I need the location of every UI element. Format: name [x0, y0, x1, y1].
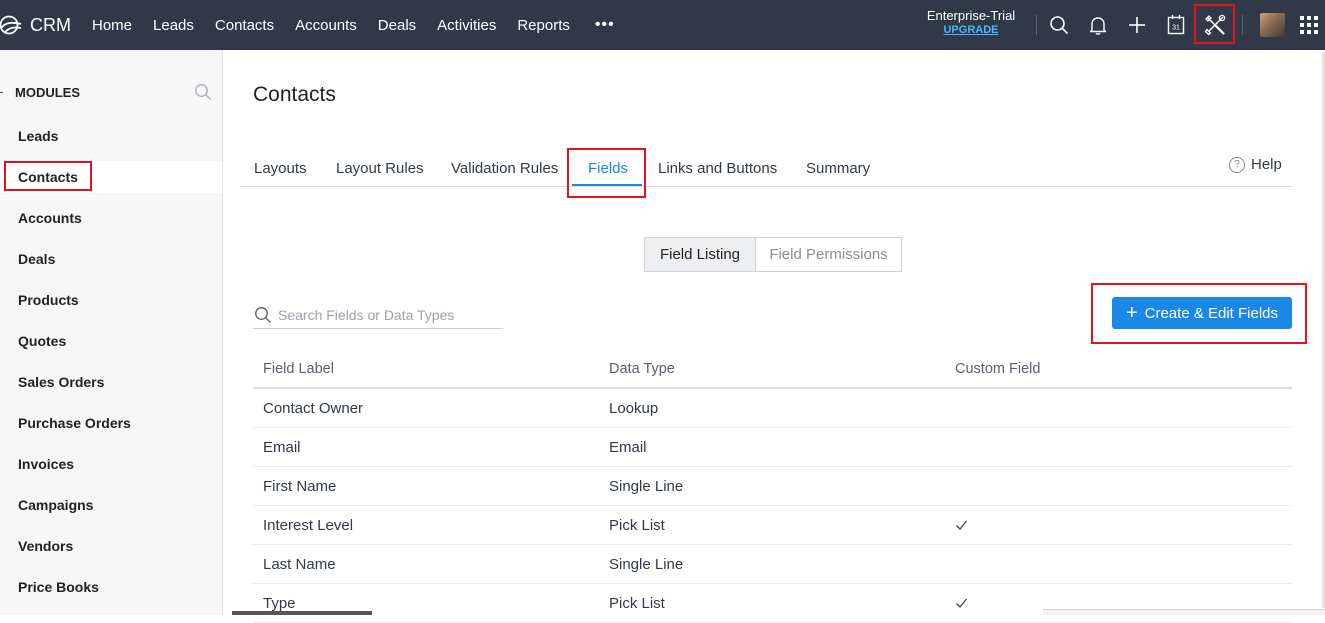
field-search-input[interactable] — [278, 304, 500, 326]
table-body: Contact Owner Lookup Email Email First Name S… — [253, 389, 1292, 623]
fields-table: Field Label Data Type Custom Field Conta… — [253, 352, 1292, 623]
tab-summary[interactable]: Summary — [806, 160, 870, 177]
field-view-toggle: Field Listing Field Permissions — [644, 237, 902, 272]
calendar-icon[interactable]: 31 — [1163, 12, 1189, 38]
nav-contacts[interactable]: Contacts — [215, 17, 274, 34]
sidebar-item-vendors[interactable]: Vendors — [0, 530, 222, 562]
crm-logo-text: CRM — [30, 14, 71, 35]
sidebar-item-accounts[interactable]: Accounts — [0, 202, 222, 234]
custom-field-check-icon — [955, 518, 968, 536]
field-label-cell: Type — [263, 595, 296, 612]
tab-validation-rules[interactable]: Validation Rules — [451, 160, 558, 177]
column-header-data-type[interactable]: Data Type — [609, 361, 675, 377]
topbar-divider — [1242, 15, 1243, 35]
crm-logo-icon — [0, 15, 22, 35]
help-icon: ? — [1229, 156, 1245, 173]
upgrade-link[interactable]: UPGRADE — [915, 24, 1027, 36]
data-type-cell: Single Line — [609, 478, 684, 495]
sidebar-search-icon[interactable] — [194, 83, 212, 106]
tab-layouts[interactable]: Layouts — [254, 160, 307, 177]
plus-icon[interactable] — [1124, 12, 1150, 38]
field-label-cell: Last Name — [263, 556, 336, 573]
nav-more-button[interactable]: ••• — [595, 16, 615, 34]
data-type-cell: Pick List — [609, 517, 665, 534]
column-header-field-label[interactable]: Field Label — [263, 361, 334, 377]
contacts-highlight-box — [4, 161, 92, 191]
field-label-cell: Contact Owner — [263, 400, 364, 417]
main-nav: Home Leads Contacts Accounts Deals Activ… — [92, 0, 615, 50]
column-header-custom-field[interactable]: Custom Field — [955, 361, 1040, 377]
edition-info: Enterprise-Trial UPGRADE — [915, 8, 1027, 36]
data-type-cell: Lookup — [609, 400, 659, 417]
table-row[interactable]: Contact Owner Lookup — [253, 389, 1292, 428]
sidebar-item-leads[interactable]: Leads — [0, 120, 222, 152]
table-row[interactable]: First Name Single Line — [253, 467, 1292, 506]
sidebar-edge-mark — [0, 92, 3, 93]
field-label-cell: Email — [263, 439, 301, 456]
sidebar-item-sales-orders[interactable]: Sales Orders — [0, 366, 222, 398]
create-button-highlight-box — [1091, 283, 1307, 344]
top-bar: CRM Home Leads Contacts Accounts Deals A… — [0, 0, 1325, 50]
data-type-cell: Email — [609, 439, 647, 456]
field-label-cell: Interest Level — [263, 517, 354, 534]
table-row[interactable]: Type Pick List — [253, 584, 1292, 623]
sidebar-heading: MODULES — [15, 85, 80, 100]
horizontal-scrollbar[interactable] — [232, 611, 372, 615]
table-row[interactable]: Last Name Single Line — [253, 545, 1292, 584]
sidebar-item-price-books[interactable]: Price Books — [0, 571, 222, 603]
sidebar-item-quotes[interactable]: Quotes — [0, 325, 222, 357]
data-type-cell: Single Line — [609, 556, 684, 573]
field-listing-button[interactable]: Field Listing — [645, 238, 756, 271]
bell-icon[interactable] — [1085, 12, 1111, 38]
nav-reports[interactable]: Reports — [517, 17, 570, 34]
nav-activities[interactable]: Activities — [437, 17, 496, 34]
search-icon — [254, 306, 272, 329]
apps-grid-icon[interactable] — [1296, 12, 1322, 38]
fields-tab-highlight-box — [567, 148, 646, 198]
help-label: Help — [1251, 156, 1282, 173]
nav-accounts[interactable]: Accounts — [295, 17, 357, 34]
sidebar-item-deals[interactable]: Deals — [0, 243, 222, 275]
sidebar-item-campaigns[interactable]: Campaigns — [0, 489, 222, 521]
table-row[interactable]: Email Email — [253, 428, 1292, 467]
tab-layout-rules[interactable]: Layout Rules — [336, 160, 424, 177]
custom-field-check-icon — [955, 596, 968, 614]
search-icon[interactable] — [1046, 12, 1072, 38]
avatar[interactable] — [1260, 13, 1285, 37]
help-link[interactable]: ? Help — [1229, 156, 1282, 173]
nav-home[interactable]: Home — [92, 17, 132, 34]
topbar-divider — [1036, 15, 1037, 35]
page-title: Contacts — [253, 83, 336, 106]
nav-deals[interactable]: Deals — [378, 17, 416, 34]
setup-highlight-box — [1194, 4, 1235, 44]
field-permissions-button[interactable]: Field Permissions — [756, 238, 901, 271]
bottom-tray — [1043, 609, 1325, 615]
table-header: Field Label Data Type Custom Field — [253, 352, 1292, 389]
field-search — [253, 303, 503, 329]
crm-logo[interactable]: CRM — [0, 13, 71, 37]
edition-label: Enterprise-Trial — [926, 8, 1016, 23]
tab-links-and-buttons[interactable]: Links and Buttons — [658, 160, 777, 177]
sidebar-item-products[interactable]: Products — [0, 284, 222, 316]
module-tabs: Layouts Layout Rules Validation Rules Fi… — [240, 150, 1292, 187]
field-label-cell: First Name — [263, 478, 337, 495]
data-type-cell: Pick List — [609, 595, 665, 612]
sidebar-item-invoices[interactable]: Invoices — [0, 448, 222, 480]
nav-leads[interactable]: Leads — [153, 17, 194, 34]
sidebar-item-purchase-orders[interactable]: Purchase Orders — [0, 407, 222, 439]
modules-sidebar: MODULES Leads Contacts Accounts Deals Pr… — [0, 50, 223, 615]
table-row[interactable]: Interest Level Pick List — [253, 506, 1292, 545]
calendar-day: 31 — [1172, 25, 1180, 32]
